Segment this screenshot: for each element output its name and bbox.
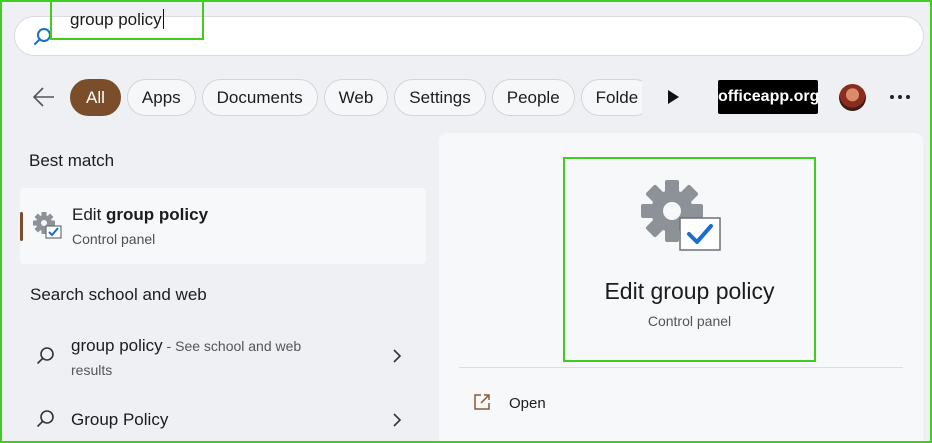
group-policy-icon bbox=[641, 180, 721, 251]
open-label: Open bbox=[509, 395, 546, 412]
web-search-row[interactable]: Group Policy bbox=[20, 401, 426, 439]
search-icon bbox=[37, 410, 54, 427]
chevron-right-icon bbox=[393, 413, 402, 427]
search-input[interactable]: group policy bbox=[50, 0, 204, 40]
best-match-heading: Best match bbox=[29, 151, 115, 170]
more-options-icon[interactable] bbox=[889, 94, 911, 100]
best-match-title: Edit group policy bbox=[72, 205, 208, 225]
brand-badge: officeapp.org bbox=[718, 80, 819, 114]
filter-chip-apps[interactable]: Apps bbox=[126, 79, 196, 116]
avatar[interactable] bbox=[839, 84, 866, 111]
web-search-row[interactable]: group policy - See school and web result… bbox=[20, 330, 426, 382]
open-action[interactable]: Open bbox=[470, 386, 670, 420]
web-search-heading: Search school and web bbox=[30, 285, 207, 304]
preview-title: Edit group policy bbox=[604, 278, 775, 304]
preview-subtitle: Control panel bbox=[647, 313, 732, 329]
selection-indicator bbox=[20, 212, 23, 241]
preview-divider bbox=[459, 367, 903, 368]
web-search-query: group policy bbox=[71, 336, 163, 355]
chevron-right-icon bbox=[393, 349, 402, 363]
best-match-title-prefix: Edit bbox=[72, 205, 107, 224]
filter-chip-folders[interactable]: Folde bbox=[580, 79, 642, 116]
back-arrow-icon[interactable] bbox=[32, 86, 56, 108]
best-match-subtitle: Control panel bbox=[72, 231, 156, 247]
open-external-icon bbox=[474, 394, 490, 410]
web-search-query: Group Policy bbox=[71, 410, 169, 429]
filter-chip-web[interactable]: Web bbox=[323, 79, 389, 116]
search-icon bbox=[37, 347, 54, 364]
group-policy-icon bbox=[33, 212, 62, 239]
scroll-right-icon[interactable] bbox=[666, 89, 680, 105]
text-caret bbox=[162, 9, 164, 29]
best-match-result[interactable]: Edit group policy Control panel bbox=[20, 188, 426, 264]
filter-chip-settings[interactable]: Settings bbox=[394, 79, 486, 116]
filter-chip-people[interactable]: People bbox=[491, 79, 575, 116]
web-search-hint: - See school and web bbox=[162, 338, 302, 354]
filter-chips: All Apps Documents Web Settings People Folde bbox=[70, 79, 642, 117]
search-query-text: group policy bbox=[70, 10, 162, 29]
filter-chip-documents[interactable]: Documents bbox=[201, 79, 318, 116]
web-search-query-line: group policy - See school and web bbox=[71, 336, 301, 356]
best-match-title-bold: group policy bbox=[106, 205, 209, 224]
filter-chip-all[interactable]: All bbox=[70, 79, 121, 116]
web-search-hint-line2: results bbox=[71, 362, 113, 378]
